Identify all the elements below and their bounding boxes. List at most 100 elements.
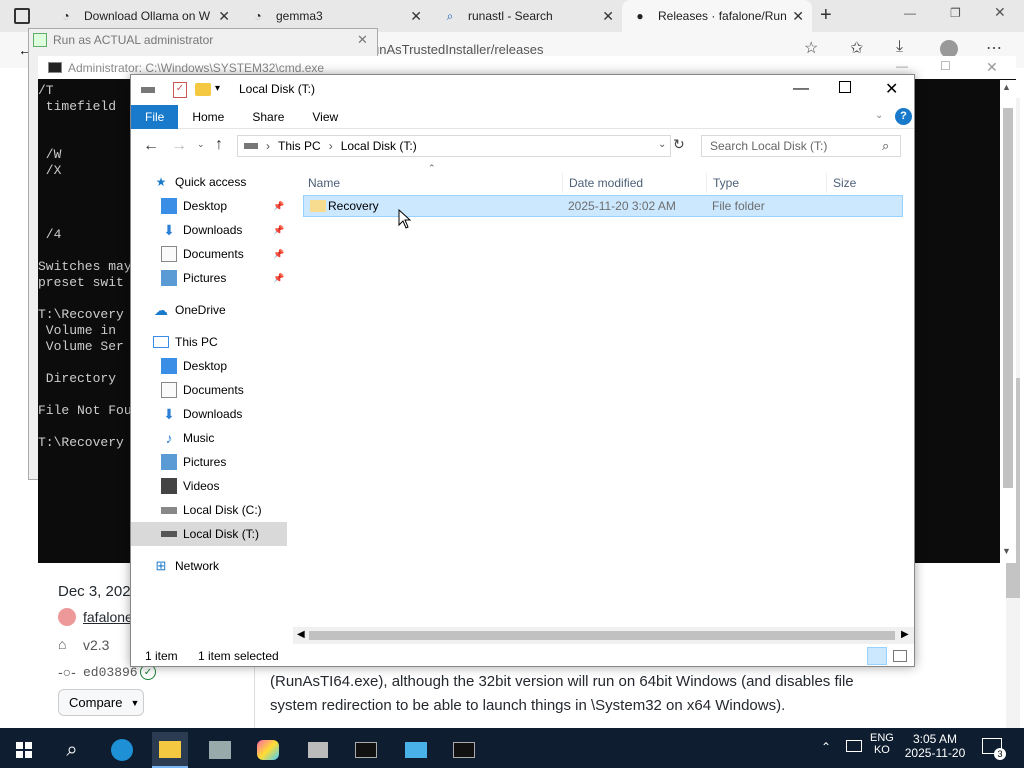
properties-icon[interactable]: ✓ [173,82,187,98]
console-scrollbar[interactable]: ▲ ▼ [1000,80,1016,563]
file-explorer-icon[interactable] [152,732,188,768]
search-icon[interactable]: ⌕ [54,732,90,768]
nav-quick-access[interactable]: ★ Quick access [153,171,247,193]
horizontal-scrollbar[interactable]: ◀ ▶ [293,627,914,644]
up-icon[interactable]: ↑ [215,136,223,154]
copilot-icon[interactable] [250,732,286,768]
help-icon[interactable]: ? [895,108,912,125]
tab-actions-icon[interactable] [14,8,30,24]
scroll-left-icon[interactable]: ◀ [297,629,305,640]
clock[interactable]: 3:05 AM 2025-11-20 [904,732,966,760]
scrollbar-thumb[interactable] [309,631,895,640]
forward-icon[interactable]: → [171,137,187,155]
maximize-icon[interactable] [839,81,851,93]
app-icon[interactable] [202,732,238,768]
pin-icon[interactable]: 📌 [273,273,284,284]
table-row[interactable]: Recovery 2025-11-20 3:02 AM File folder [303,195,903,217]
nav-pc-documents[interactable]: Documents [161,379,244,401]
recent-locations-icon[interactable]: ⌄ [197,139,205,150]
chevron-right-icon[interactable]: › [329,139,333,153]
edge-icon[interactable] [104,732,140,768]
favorite-icon[interactable]: ☆ [804,38,818,58]
maximize-icon[interactable]: ☐ [940,59,951,73]
close-icon[interactable]: ✕ [792,8,804,25]
close-icon[interactable]: ✕ [986,59,998,76]
nav-this-pc[interactable]: This PC [153,331,218,353]
cmd-icon[interactable] [348,732,384,768]
close-icon[interactable]: ✕ [410,8,422,25]
breadcrumb-this-pc[interactable]: This PC [278,139,321,153]
address-bar[interactable]: › This PC › Local Disk (T:) ⌄ [237,135,671,157]
input-language[interactable]: ENG KO [870,732,894,756]
cmd-icon[interactable] [446,732,482,768]
chevron-right-icon[interactable]: › [266,139,270,153]
scroll-right-icon[interactable]: ▶ [901,629,909,640]
tab-view[interactable]: View [298,105,352,129]
nav-network[interactable]: ⊞ Network [153,555,219,577]
minimize-icon[interactable]: — [793,80,809,98]
remote-desktop-icon[interactable] [398,732,434,768]
refresh-icon[interactable]: ↻ [673,136,685,153]
download-icon[interactable]: ⤓ [896,38,903,56]
column-date-modified[interactable]: Date modified [563,173,707,193]
new-tab-icon[interactable]: + [820,4,832,27]
close-icon[interactable]: ✕ [885,79,898,99]
nav-local-disk-t[interactable]: Local Disk (T:) [161,523,259,545]
network-icon[interactable] [846,740,862,752]
cloud-icon: ☁ [154,301,168,318]
close-icon[interactable]: ✕ [994,4,1006,21]
close-icon[interactable]: ✕ [602,8,614,25]
author-link[interactable]: fafalone [83,609,133,625]
nav-qa-downloads[interactable]: ⬇ Downloads [161,219,242,241]
more-icon[interactable]: ⋯ [986,38,1002,58]
nav-qa-pictures[interactable]: Pictures [161,267,226,289]
nav-qa-documents[interactable]: Documents [161,243,244,265]
address-bar-text[interactable]: unAsTrustedInstaller/releases [372,42,544,57]
tab-share[interactable]: Share [238,105,298,129]
large-icons-view-icon[interactable] [893,650,907,662]
nav-local-disk-c[interactable]: Local Disk (C:) [161,499,262,521]
tag-label[interactable]: v2.3 [83,637,109,653]
chevron-down-icon[interactable]: ⌄ [875,110,883,121]
tab-home[interactable]: Home [178,105,238,129]
file-name[interactable]: Recovery [328,199,379,213]
tab-runastl-search[interactable]: ⌕ runastl - Search ✕ [432,0,622,32]
restore-icon[interactable]: ❐ [950,6,961,20]
nav-pc-downloads[interactable]: ⬇ Downloads [161,403,242,425]
new-folder-icon[interactable] [195,83,211,96]
scroll-down-icon[interactable]: ▼ [1002,546,1011,556]
chevron-up-icon[interactable]: ⌃ [821,740,831,754]
close-icon[interactable]: ✕ [357,32,368,48]
minimize-icon[interactable]: — [904,6,916,20]
column-type[interactable]: Type [707,173,827,193]
nav-pc-desktop[interactable]: Desktop [161,355,227,377]
pin-icon[interactable]: 📌 [273,249,284,260]
nav-pc-videos[interactable]: Videos [161,475,219,497]
minimize-icon[interactable]: — [896,59,908,73]
search-input[interactable]: Search Local Disk (T:) ⌕ [701,135,901,157]
scroll-up-icon[interactable]: ▲ [1002,82,1011,92]
column-name[interactable]: Name [302,173,563,193]
installer-icon[interactable] [300,732,336,768]
compare-button[interactable]: Compare ▼ [58,689,144,716]
tab-file[interactable]: File [131,104,179,129]
chevron-down-icon[interactable]: ⌄ [658,139,666,150]
back-icon[interactable]: ← [143,137,159,155]
close-icon[interactable]: ✕ [218,8,230,25]
commit-hash[interactable]: ed03896 [83,665,138,680]
pin-icon[interactable]: 📌 [273,201,284,212]
column-size[interactable]: Size [827,173,905,193]
scrollbar-thumb[interactable] [1003,108,1013,488]
console-output[interactable]: /T timefield /W /X /4 Switches may prese… [38,83,132,451]
breadcrumb-local-disk[interactable]: Local Disk (T:) [341,139,417,153]
nav-onedrive[interactable]: ☁ OneDrive [153,299,226,321]
start-button[interactable] [6,732,42,768]
pin-icon[interactable]: 📌 [273,225,284,236]
nav-qa-desktop[interactable]: Desktop [161,195,227,217]
favorites-icon[interactable]: ✩ [850,38,863,58]
nav-pc-pictures[interactable]: Pictures [161,451,226,473]
nav-pc-music[interactable]: ♪ Music [161,427,215,449]
customize-toolbar-icon[interactable]: ▾ [215,83,220,94]
details-view-icon[interactable] [867,647,887,665]
tab-releases[interactable]: ● Releases · fafalone/Run ✕ [622,0,812,32]
